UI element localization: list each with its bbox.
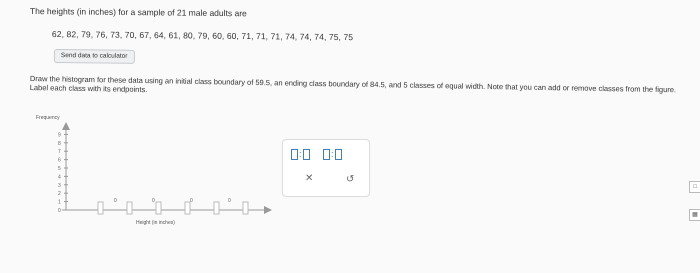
data-values: 62, 82, 79, 76, 73, 70, 67, 64, 61, 80, … (51, 29, 354, 43)
y-tick-label: 8 (58, 141, 61, 147)
clear-icon[interactable]: ✕ (305, 173, 313, 184)
bar-handle[interactable] (213, 201, 220, 215)
y-axis-arrow (62, 122, 70, 130)
instructions-text: Draw the histogram for these data using … (29, 74, 677, 95)
y-tick-label: 3 (58, 183, 61, 189)
side-panel-button-1[interactable]: □ (689, 181, 700, 193)
bar-handle[interactable] (155, 201, 162, 215)
y-tick-label: 1 (58, 200, 61, 206)
y-tick-label: 2 (58, 191, 61, 197)
y-tick-label: 7 (58, 149, 61, 155)
bar-tool2-colon: : (331, 149, 334, 159)
histogram-canvas[interactable]: Frequency 0123456789 0000 Height (in inc… (28, 114, 278, 264)
bar-tool2-left-box (323, 149, 330, 160)
bar-tool-button-2[interactable]: : (323, 148, 347, 162)
y-tick-label: 5 (58, 166, 61, 172)
x-axis-label: Height (in inches) (136, 220, 175, 226)
question-prompt: The heights (in inches) for a sample of … (29, 6, 247, 19)
bar-handle[interactable] (97, 201, 104, 215)
drawing-tool-panel: : : ✕ ↺ (282, 139, 370, 197)
bar-tool2-right-box (335, 149, 342, 160)
y-tick-label: 9 (58, 132, 61, 138)
bar-tool-button[interactable]: : (291, 148, 315, 162)
bar-tool-colon: : (299, 149, 302, 159)
y-tick-label: 0 (58, 208, 61, 214)
histogram-svg: 0 1 2 3 4 5 6 7 8 9 0 0 0 0 (58, 122, 272, 215)
y-tick-label: 6 (58, 158, 61, 164)
bar-value-label: 0 (228, 198, 231, 204)
send-data-button[interactable]: Send data to calculator (53, 49, 135, 64)
bar-value-label: 0 (114, 198, 117, 204)
bar-tool-right-box (303, 149, 310, 160)
side-panel-button-2[interactable]: ▦ (689, 209, 700, 221)
y-tick-label: 4 (58, 174, 61, 180)
bar-value-label: 0 (190, 198, 193, 204)
x-axis-arrow (264, 206, 272, 214)
bar-handle[interactable] (242, 201, 249, 215)
bar-handles: 0 0 0 0 (97, 198, 249, 215)
bar-value-label: 0 (152, 198, 155, 204)
undo-icon[interactable]: ↺ (346, 174, 354, 185)
bar-tool-left-box (291, 149, 298, 160)
bar-handle[interactable] (126, 201, 133, 215)
